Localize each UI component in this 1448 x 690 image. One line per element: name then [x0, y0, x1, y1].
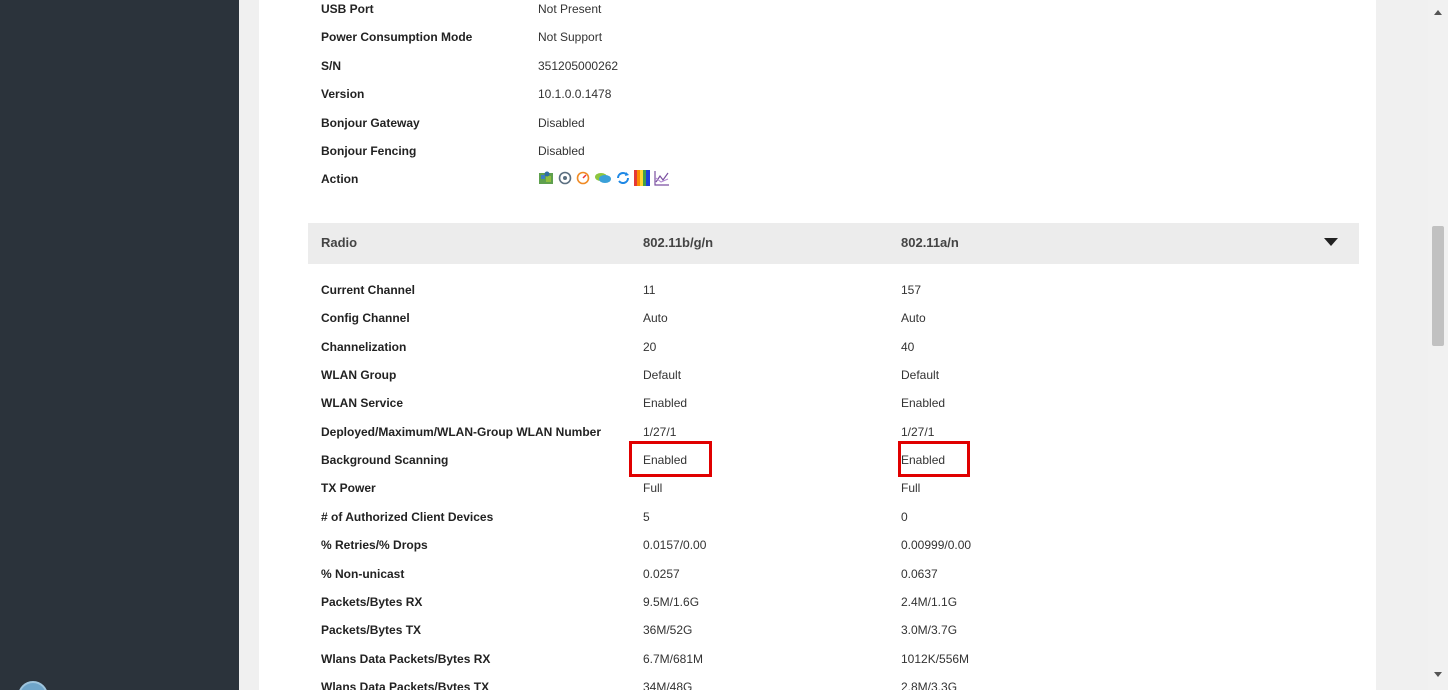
row-value-5g: 0.0637 [901, 567, 938, 581]
row-value-2g: 0.0157/0.00 [643, 538, 707, 552]
chat-bubble-icon[interactable] [18, 681, 48, 690]
row-value-5g: 157 [901, 283, 922, 297]
row-value-2g: Auto [643, 311, 668, 325]
row-value-2g: 11 [643, 283, 656, 297]
info-label: Bonjour Fencing [321, 144, 417, 158]
row-value-5g: Enabled [901, 396, 946, 410]
row-value-2g: 5 [643, 510, 650, 524]
info-label: Version [321, 87, 365, 101]
restart-icon[interactable] [558, 171, 572, 185]
row-label: Config Channel [321, 311, 410, 325]
info-value: 351205000262 [538, 59, 619, 73]
support-info-icon[interactable] [594, 171, 612, 185]
right-gutter [1376, 0, 1428, 690]
row-value-5g: 0 [901, 510, 908, 524]
page-scrollbar[interactable] [1428, 0, 1448, 690]
row-value-5g: 1012K/556M [901, 652, 970, 666]
info-value: Not Present [538, 2, 602, 16]
radio-header-col1: 802.11b/g/n [643, 235, 714, 250]
row-value-2g: Full [643, 481, 663, 495]
info-label: Bonjour Gateway [321, 116, 420, 130]
row-label: Packets/Bytes RX [321, 595, 423, 609]
row-value-5g: 2.8M/3.3G [901, 680, 958, 690]
ap-detail-panel: USB Port Not Present Power Consumption M… [259, 0, 1376, 690]
info-value: 10.1.0.0.1478 [538, 87, 612, 101]
row-value-5g: 3.0M/3.7G [901, 623, 958, 637]
row-value-5g: Auto [901, 311, 926, 325]
info-value: Not Support [538, 30, 603, 44]
row-label: TX Power [321, 481, 376, 495]
info-label: Action [321, 172, 359, 186]
row-value-2g: 0.0257 [643, 567, 680, 581]
row-value-5g: 40 [901, 340, 915, 354]
row-value-2g: 36M/52G [643, 623, 693, 637]
info-label: USB Port [321, 2, 374, 16]
map-icon[interactable] [538, 170, 554, 186]
info-row-action: Action [321, 169, 921, 189]
row-value-5g: 1/27/1 [901, 425, 935, 439]
row-label: Deployed/Maximum/WLAN-Group WLAN Number [321, 425, 602, 439]
action-icon-group [538, 170, 670, 186]
left-gutter [239, 0, 259, 690]
row-value-2g: 6.7M/681M [643, 652, 704, 666]
row-label: Wlans Data Packets/Bytes TX [321, 680, 490, 690]
row-label: # of Authorized Client Devices [321, 510, 494, 524]
speedflex-icon[interactable] [576, 171, 590, 185]
radio-section-header[interactable]: Radio 802.11b/g/n 802.11a/n [308, 223, 1359, 264]
spectrum-icon[interactable] [634, 170, 650, 186]
highlight-box-2g [629, 441, 712, 477]
row-label: WLAN Group [321, 368, 397, 382]
row-value-5g: Full [901, 481, 921, 495]
refresh-icon[interactable] [616, 171, 630, 185]
info-label: S/N [321, 59, 342, 73]
row-value-2g: 1/27/1 [643, 425, 677, 439]
row-value-2g: 34M/48G [643, 680, 693, 690]
highlight-box-5g [898, 441, 970, 477]
row-label: Current Channel [321, 283, 416, 297]
info-label: Power Consumption Mode [321, 30, 473, 44]
row-value-2g: 9.5M/1.6G [643, 595, 700, 609]
row-value-2g: 20 [643, 340, 657, 354]
row-label: Packets/Bytes TX [321, 623, 422, 637]
row-value-5g: Default [901, 368, 940, 382]
row-label: Background Scanning [321, 453, 449, 467]
chevron-down-icon[interactable] [1324, 238, 1338, 246]
row-label: % Retries/% Drops [321, 538, 428, 552]
sidebar [0, 0, 239, 690]
row-value-5g: 0.00999/0.00 [901, 538, 972, 552]
scroll-down-icon[interactable] [1434, 672, 1442, 677]
radio-header-col2: 802.11a/n [901, 235, 959, 250]
row-value-2g: Default [643, 368, 682, 382]
row-label: Wlans Data Packets/Bytes RX [321, 652, 491, 666]
row-value-2g: Enabled [643, 396, 688, 410]
row-label: Channelization [321, 340, 407, 354]
row-value-5g: 2.4M/1.1G [901, 595, 958, 609]
row-label: % Non-unicast [321, 567, 405, 581]
row-label: WLAN Service [321, 396, 404, 410]
chart-icon[interactable] [654, 170, 670, 186]
info-value: Disabled [538, 144, 585, 158]
scrollbar-thumb[interactable] [1432, 226, 1444, 346]
info-value: Disabled [538, 116, 585, 130]
scroll-up-icon[interactable] [1434, 10, 1442, 15]
radio-header-label: Radio [321, 235, 358, 250]
